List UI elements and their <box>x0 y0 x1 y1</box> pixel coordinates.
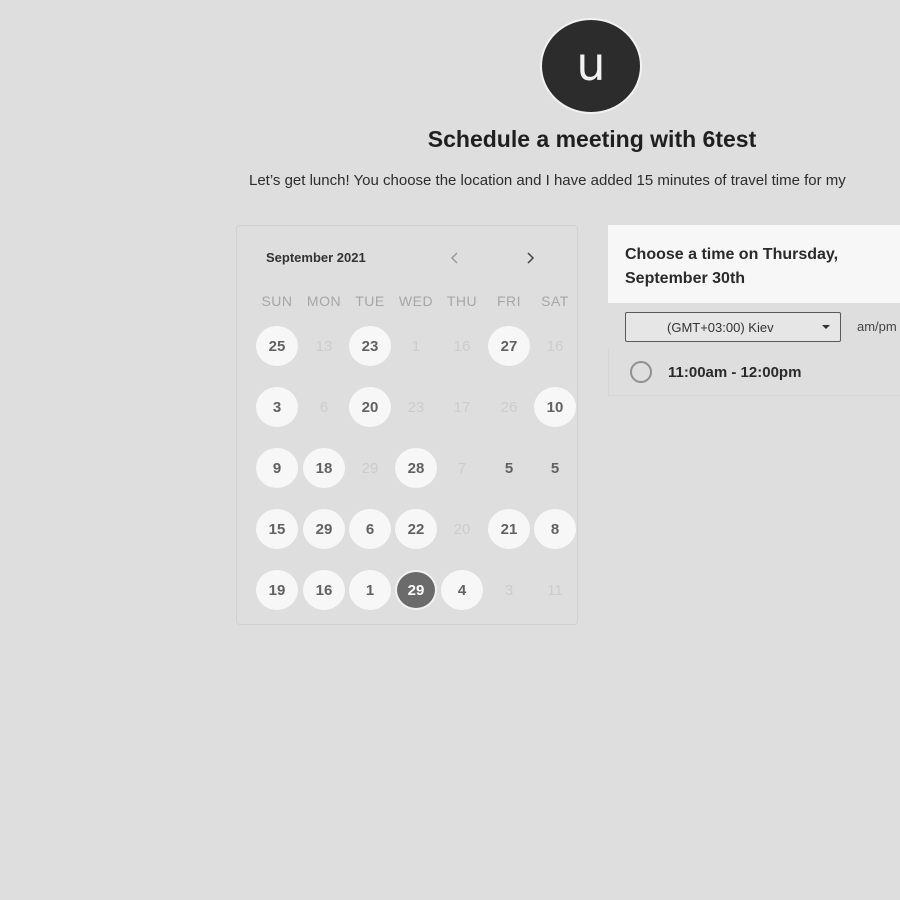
page-title: Schedule a meeting with 6test <box>427 126 757 152</box>
calendar-panel: September 2021 SUN MON TUE WED THU FRI SAT 25 1… <box>236 225 578 625</box>
calendar-day[interactable]: 1 <box>349 570 391 610</box>
calendar-day: 13 <box>315 337 333 355</box>
time-panel-header: Choose a time on Thursday, September 30t… <box>608 225 900 303</box>
timezone-value: (GMT+03:00) Kiev <box>667 319 774 335</box>
calendar-day: 17 <box>453 398 471 416</box>
time-format-toggle[interactable]: am/pm <box>857 319 897 334</box>
calendar-day-grid: 25 13 23 1 16 27 16 3 6 20 23 17 26 10 9 18 29 28 7 5 5 15 29 6… <box>237 226 577 624</box>
avatar-letter: u <box>576 37 606 91</box>
calendar-day: 26 <box>500 398 518 416</box>
meeting-description: Let’s get lunch! You choose the location… <box>249 172 846 189</box>
calendar-day[interactable]: 15 <box>256 509 298 549</box>
caret-down-icon <box>822 325 830 329</box>
calendar-day: 20 <box>453 520 471 538</box>
calendar-day[interactable]: 29 <box>303 509 345 549</box>
calendar-day[interactable]: 16 <box>303 570 345 610</box>
time-slot-radio[interactable] <box>630 361 652 383</box>
calendar-day[interactable]: 25 <box>256 326 298 366</box>
calendar-day: 7 <box>457 459 467 477</box>
calendar-day-selected[interactable]: 29 <box>395 570 437 610</box>
time-slot-label: 11:00am - 12:00pm <box>668 363 802 381</box>
calendar-day[interactable]: 23 <box>349 326 391 366</box>
calendar-day[interactable]: 6 <box>349 509 391 549</box>
calendar-day[interactable]: 4 <box>441 570 483 610</box>
calendar-day[interactable]: 21 <box>488 509 530 549</box>
calendar-day: 23 <box>407 398 425 416</box>
calendar-day: 3 <box>504 581 514 599</box>
calendar-day[interactable]: 18 <box>303 448 345 488</box>
time-slot[interactable]: 11:00am - 12:00pm <box>608 349 900 396</box>
calendar-day: 6 <box>319 398 329 416</box>
calendar-day[interactable]: 22 <box>395 509 437 549</box>
calendar-day: 16 <box>453 337 471 355</box>
calendar-day: 29 <box>361 459 379 477</box>
calendar-day: 5 <box>504 459 514 477</box>
calendar-day[interactable]: 3 <box>256 387 298 427</box>
calendar-day[interactable]: 20 <box>349 387 391 427</box>
calendar-day[interactable]: 28 <box>395 448 437 488</box>
calendar-day: 5 <box>550 459 560 477</box>
calendar-day: 11 <box>547 581 563 599</box>
calendar-day: 16 <box>546 337 564 355</box>
host-avatar: u <box>540 18 642 114</box>
time-panel-title: Choose a time on Thursday, September 30t… <box>625 246 839 287</box>
calendar-day: 1 <box>411 337 421 355</box>
calendar-day[interactable]: 27 <box>488 326 530 366</box>
calendar-day[interactable]: 10 <box>534 387 576 427</box>
calendar-day[interactable]: 9 <box>256 448 298 488</box>
calendar-day[interactable]: 19 <box>256 570 298 610</box>
calendar-day[interactable]: 8 <box>534 509 576 549</box>
timezone-select[interactable]: (GMT+03:00) Kiev <box>625 312 841 342</box>
